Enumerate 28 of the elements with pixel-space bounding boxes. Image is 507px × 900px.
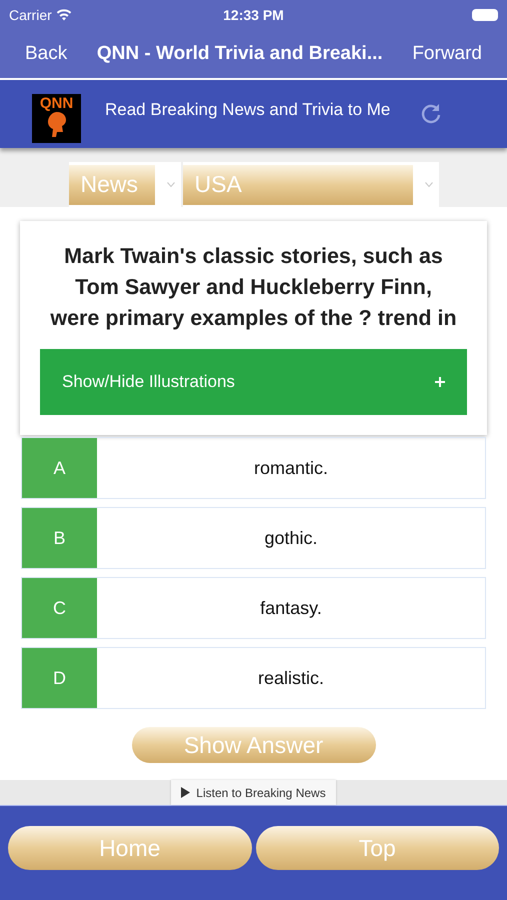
back-button[interactable]: Back — [25, 40, 68, 68]
forward-button[interactable]: Forward — [412, 40, 482, 68]
wifi-icon — [56, 9, 72, 21]
answer-option[interactable]: C fantasy. — [21, 577, 486, 639]
read-aloud-button[interactable]: Read Breaking News and Trivia to Me — [105, 97, 390, 122]
page-title: QNN - World Trivia and Breaki... — [96, 42, 383, 66]
answer-option[interactable]: D realistic. — [21, 647, 486, 709]
battery-icon — [472, 9, 498, 21]
clock: 12:33 PM — [223, 6, 284, 24]
answer-text: romantic. — [252, 456, 330, 480]
answer-text: fantasy. — [259, 596, 323, 620]
chevron-icon — [166, 182, 174, 187]
listen-button[interactable]: Listen to Breaking News — [171, 780, 336, 805]
carrier-label: Carrier — [9, 6, 52, 24]
logo: QNN — [32, 94, 81, 143]
answer-letter: B — [22, 508, 97, 568]
answer-text: gothic. — [263, 526, 319, 550]
answer-letter: D — [22, 648, 97, 708]
question-text: Mark Twain's classic stories, such as Tom Sawyer and Huckleberry Finn, were primary examples of the ? trend in — [49, 243, 458, 332]
refresh-icon[interactable] — [420, 102, 442, 124]
answer-letter: A — [22, 438, 97, 498]
chevron-icon — [424, 182, 432, 187]
illustrations-toggle[interactable]: Show/Hide Illustrations — [40, 349, 467, 415]
answer-option[interactable]: B gothic. — [21, 507, 486, 569]
answer-text: realistic. — [256, 666, 325, 690]
answer-letter: C — [22, 578, 97, 638]
answer-option[interactable]: A romantic. — [21, 437, 486, 499]
play-icon — [181, 787, 190, 798]
